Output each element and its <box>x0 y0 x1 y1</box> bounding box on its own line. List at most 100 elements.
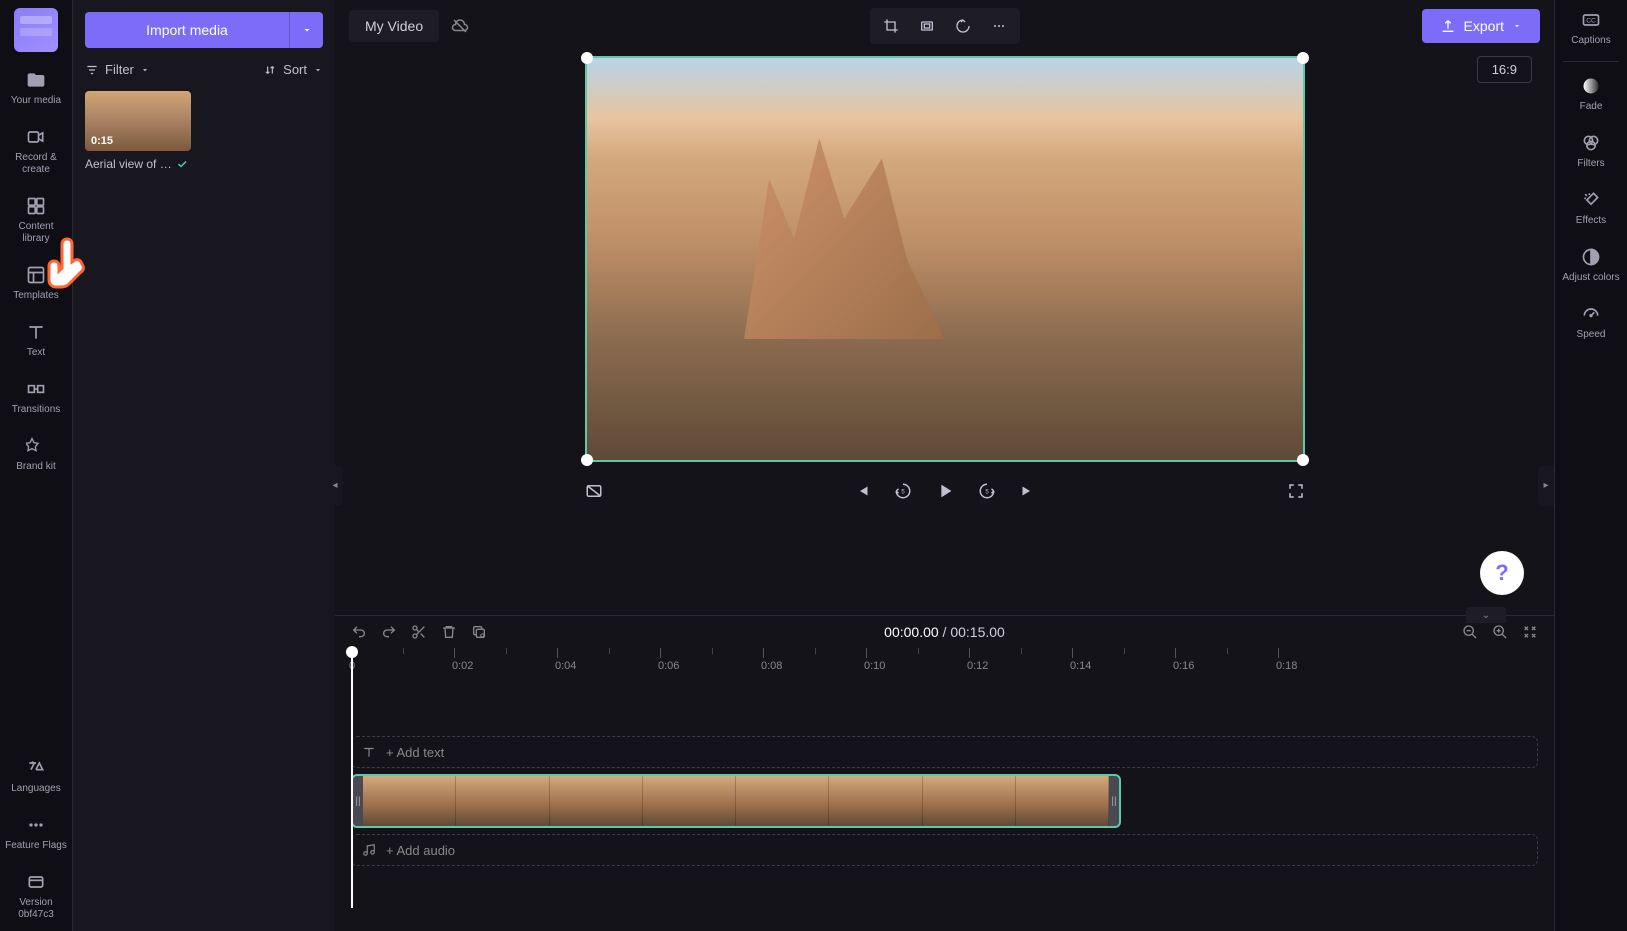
export-button[interactable]: Export <box>1422 9 1540 43</box>
sidebar-text[interactable]: Text <box>0 312 72 369</box>
resize-handle-tl[interactable] <box>581 52 593 64</box>
aspect-ratio-button[interactable]: 16:9 <box>1477 56 1532 83</box>
delete-button[interactable] <box>441 624 457 640</box>
sidebar-languages[interactable]: Languages <box>0 748 72 805</box>
skip-forward-button[interactable] <box>1018 482 1036 500</box>
copy-icon <box>471 624 487 640</box>
fade-icon <box>1581 76 1601 96</box>
sidebar-transitions[interactable]: Transitions <box>0 369 72 426</box>
sidebar-adjust-colors[interactable]: Adjust colors <box>1555 237 1627 294</box>
folder-icon <box>26 70 46 90</box>
rewind-5-button[interactable]: 5 <box>894 482 912 500</box>
sidebar-your-media[interactable]: Your media <box>0 60 72 117</box>
top-bar: My Video Export <box>335 0 1554 52</box>
undo-button[interactable] <box>351 624 367 640</box>
rotate-button[interactable] <box>946 12 980 40</box>
ruler-label: 0:04 <box>555 660 576 672</box>
app-logo[interactable] <box>14 8 58 52</box>
track-spacer <box>351 678 1538 730</box>
sidebar-label: Feature Flags <box>5 840 67 852</box>
right-sidebar: CC Captions Fade Filters Effects Adjust … <box>1554 0 1627 931</box>
sidebar-speed[interactable]: Speed <box>1555 294 1627 351</box>
sidebar-brand-kit[interactable]: Brand kit <box>0 426 72 483</box>
split-button[interactable] <box>411 624 427 640</box>
ruler-label: 0:14 <box>1070 660 1091 672</box>
sidebar-label: Content library <box>4 221 68 245</box>
filters-icon <box>1581 133 1601 153</box>
add-audio-label: + Add audio <box>386 843 455 858</box>
collapse-right-panel[interactable]: ▸ <box>1538 466 1554 506</box>
fit-button[interactable] <box>910 12 944 40</box>
sidebar-label: Adjust colors <box>1562 272 1619 284</box>
media-thumbnail: 0:15 <box>85 91 191 151</box>
skip-back-icon <box>854 482 872 500</box>
video-clip[interactable]: || || <box>351 774 1121 828</box>
timeline-ruler[interactable]: 00:020:040:060:080:100:120:140:160:18 <box>351 648 1538 678</box>
sidebar-captions[interactable]: CC Captions <box>1555 0 1627 57</box>
ruler-label: 0:10 <box>864 660 885 672</box>
more-icon <box>991 18 1007 34</box>
zoom-fit-button[interactable] <box>1522 624 1538 640</box>
zoom-out-button[interactable] <box>1462 624 1478 640</box>
sidebar-label: Record & create <box>4 152 68 176</box>
sidebar-templates[interactable]: Templates <box>0 255 72 312</box>
trash-icon <box>441 624 457 640</box>
add-audio-track[interactable]: + Add audio <box>351 834 1538 866</box>
zoom-in-button[interactable] <box>1492 624 1508 640</box>
add-text-track[interactable]: + Add text <box>351 736 1538 768</box>
filter-button[interactable]: Filter <box>85 62 150 77</box>
preview-frame[interactable] <box>585 56 1305 462</box>
filter-icon <box>85 63 99 77</box>
filter-label: Filter <box>105 62 134 77</box>
play-button[interactable] <box>934 480 956 502</box>
sidebar-label: Templates <box>13 290 59 302</box>
forward-icon: 5 <box>978 482 996 500</box>
undo-icon <box>351 624 367 640</box>
sidebar-feature-flags[interactable]: Feature Flags <box>0 805 72 862</box>
help-button[interactable]: ? <box>1480 551 1524 595</box>
version-icon <box>26 872 46 892</box>
sidebar-filters[interactable]: Filters <box>1555 123 1627 180</box>
sidebar-label: Transitions <box>12 404 61 416</box>
text-icon <box>26 322 46 342</box>
ruler-label: 0:02 <box>452 660 473 672</box>
zoom-fit-icon <box>1522 624 1538 640</box>
crop-icon <box>883 18 899 34</box>
safe-zones-toggle[interactable] <box>585 482 603 500</box>
import-media-button[interactable]: Import media <box>85 12 289 48</box>
sidebar-fade[interactable]: Fade <box>1555 66 1627 123</box>
skip-back-button[interactable] <box>854 482 872 500</box>
redo-icon <box>381 624 397 640</box>
resize-handle-bl[interactable] <box>581 454 593 466</box>
ruler-label: 0:18 <box>1276 660 1297 672</box>
forward-5-button[interactable]: 5 <box>978 482 996 500</box>
redo-button[interactable] <box>381 624 397 640</box>
fullscreen-button[interactable] <box>1287 482 1305 500</box>
sidebar-record-create[interactable]: Record & create <box>0 117 72 186</box>
media-panel: Import media Filter Sort 0:15 Aerial vie… <box>73 0 335 931</box>
media-clip-item[interactable]: 0:15 Aerial view of … <box>85 91 191 171</box>
clip-handle-right[interactable]: || <box>1109 776 1119 826</box>
sidebar-label: Speed <box>1577 329 1606 341</box>
resize-handle-br[interactable] <box>1297 454 1309 466</box>
rewind-icon: 5 <box>894 482 912 500</box>
sidebar-effects[interactable]: Effects <box>1555 180 1627 237</box>
more-icon <box>26 815 46 835</box>
playhead[interactable] <box>351 648 353 908</box>
clip-handle-left[interactable]: || <box>353 776 363 826</box>
brandkit-icon <box>26 436 46 456</box>
resize-handle-tr[interactable] <box>1297 52 1309 64</box>
sidebar-content-library[interactable]: Content library <box>0 186 72 255</box>
sidebar-label: Languages <box>11 783 61 795</box>
sort-button[interactable]: Sort <box>263 62 323 77</box>
library-icon <box>26 196 46 216</box>
sync-status-icon[interactable] <box>451 17 469 35</box>
more-tools-button[interactable] <box>982 12 1016 40</box>
sidebar-version[interactable]: Version 0bf47c3 <box>0 862 72 931</box>
sidebar-label: Effects <box>1576 215 1606 227</box>
duplicate-button[interactable] <box>471 624 487 640</box>
crop-button[interactable] <box>874 12 908 40</box>
import-media-dropdown[interactable] <box>289 12 323 48</box>
project-name[interactable]: My Video <box>349 10 439 42</box>
sort-icon <box>263 63 277 77</box>
